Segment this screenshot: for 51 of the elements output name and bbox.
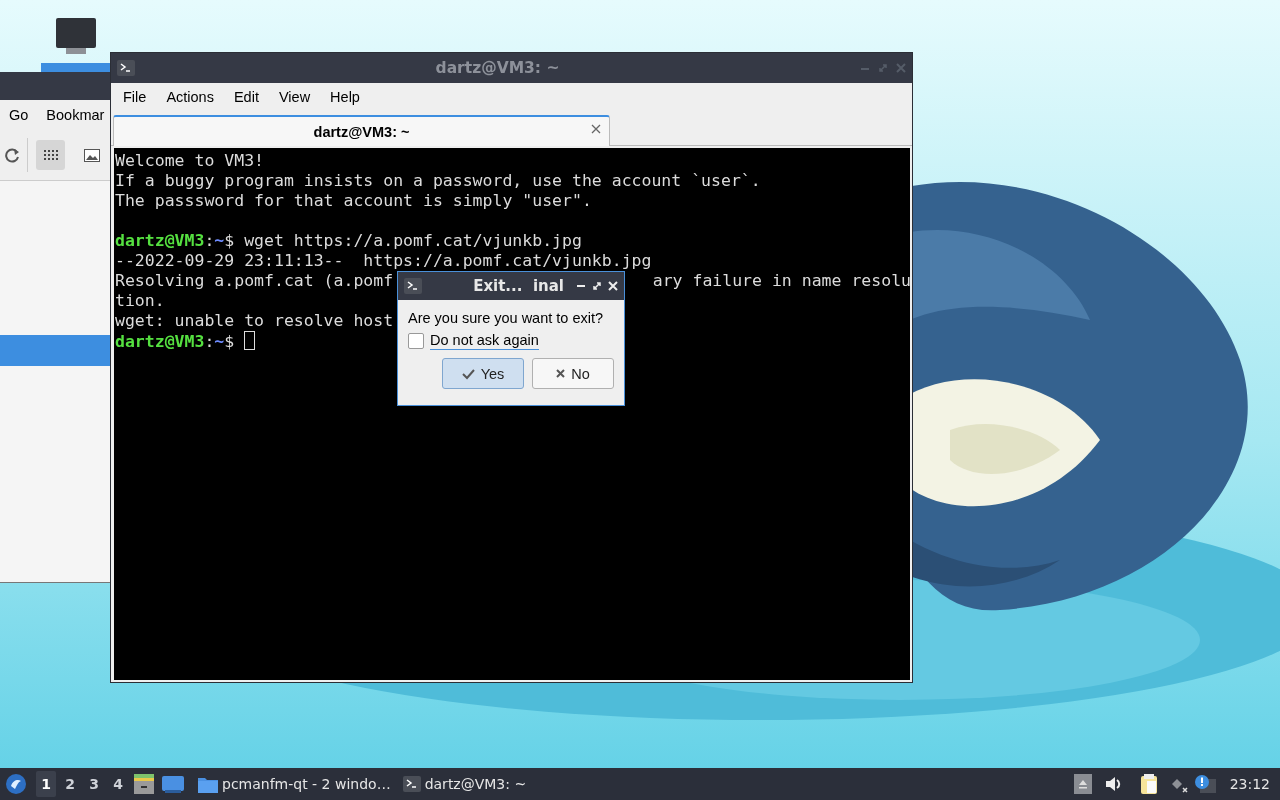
workspace-button[interactable]: 3 — [84, 771, 104, 797]
start-menu-icon[interactable] — [6, 774, 26, 794]
terminal-line: dartz@VM3:~$ wget https://a.pomf.cat/vjunkb.jpg — [115, 231, 582, 250]
terminal-line: dartz@VM3:~$ — [115, 332, 236, 351]
terminal-line: The passsword for that account is simply "user". — [115, 191, 592, 210]
reload-icon[interactable] — [4, 147, 20, 163]
check-icon — [461, 367, 475, 380]
menu-item[interactable]: Bookmar — [46, 107, 105, 123]
taskbar-button[interactable]: dartz@VM3: ~ — [396, 769, 533, 799]
terminal-icon — [117, 60, 135, 76]
terminal-icon — [402, 776, 421, 792]
clock[interactable]: 23:12 — [1229, 776, 1270, 792]
terminal-icon — [404, 278, 422, 294]
menu-item[interactable]: Edit — [223, 89, 269, 105]
eject-icon[interactable] — [1073, 774, 1092, 794]
menu-item[interactable]: Go — [9, 107, 29, 123]
terminal-line: ary failure in name resolu — [652, 271, 911, 291]
view-button[interactable] — [36, 140, 66, 170]
checkbox[interactable] — [408, 333, 424, 349]
dialog-message: Are you sure you want to exit? — [408, 310, 605, 326]
workspace-button[interactable]: 2 — [60, 771, 80, 797]
notification-icon[interactable] — [1193, 774, 1216, 794]
workspace-button[interactable]: 1 — [36, 771, 56, 797]
terminal-line: Resolving a.pomf.cat (a.pomf — [115, 271, 394, 290]
clipboard-icon[interactable] — [1139, 773, 1158, 795]
dialog-button[interactable]: No — [532, 358, 614, 389]
monitor-icon[interactable] — [56, 18, 96, 54]
menu-item[interactable]: File — [113, 89, 157, 105]
tab[interactable]: dartz@VM3: ~ — [113, 115, 610, 146]
terminal-line: wget: unable to resolve host — [115, 311, 394, 330]
close-icon[interactable] — [591, 124, 601, 134]
terminal-line: Welcome to VM3! — [115, 151, 264, 170]
terminal-line: --2022-09-29 23:11:13-- https://a.pomf.cat/vjunkb.jpg — [115, 251, 652, 270]
desktop-icon[interactable] — [162, 775, 184, 793]
file-cabinet-icon[interactable] — [134, 774, 154, 794]
volume-icon[interactable] — [1103, 774, 1122, 794]
close-icon — [556, 369, 566, 378]
window-title: dartz@VM3: ~ — [434, 59, 561, 77]
menu-item[interactable]: View — [268, 89, 321, 105]
image-icon — [83, 148, 100, 162]
dialog-title: Exit... inal — [472, 277, 565, 295]
taskbar-button[interactable]: pcmanfm-qt - 2 windo… — [192, 769, 397, 799]
dialog-button[interactable]: Yes — [442, 358, 524, 389]
checkbox-label[interactable]: Do not ask again — [430, 332, 539, 350]
folder-icon — [198, 775, 218, 793]
terminal-line: tion. — [115, 291, 165, 310]
workspace-button[interactable]: 4 — [108, 771, 128, 797]
menu-item[interactable]: Help — [320, 89, 370, 105]
menu-item[interactable]: Actions — [156, 89, 224, 105]
grid-icon — [43, 150, 58, 160]
terminal-line: If a buggy program insists on a password, use the account `user`. — [115, 171, 761, 190]
